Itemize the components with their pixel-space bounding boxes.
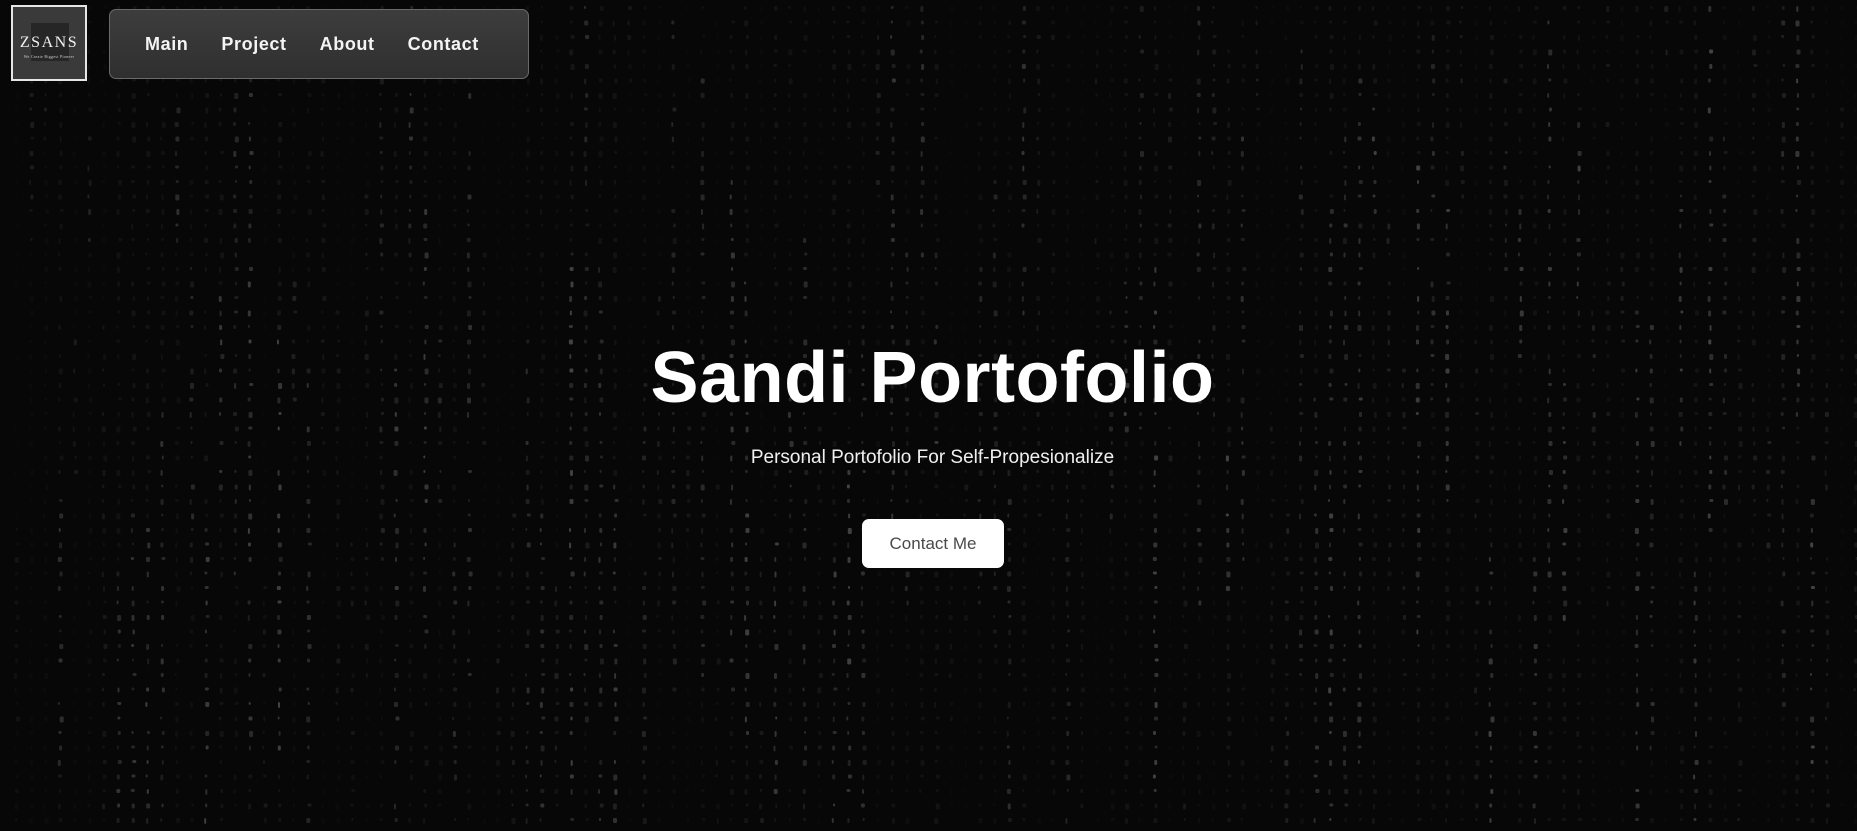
hero-subtitle: Personal Portofolio For Self-Propesional… bbox=[750, 447, 1115, 468]
contact-me-button[interactable]: Contact Me bbox=[862, 519, 1004, 568]
nav-link-about[interactable]: About bbox=[320, 34, 375, 55]
nav-link-contact[interactable]: Contact bbox=[408, 34, 479, 55]
nav-link-main[interactable]: Main bbox=[145, 34, 188, 55]
hero-title: Sandi Portofolio bbox=[650, 338, 1215, 418]
landing-page: ZSANS We Create Biggest Pioneer Main Pro… bbox=[0, 0, 1857, 831]
brand-logo[interactable]: ZSANS We Create Biggest Pioneer bbox=[11, 5, 87, 81]
main-navigation: Main Project About Contact bbox=[109, 9, 529, 79]
logo-tagline: We Create Biggest Pioneer bbox=[23, 54, 75, 59]
logo-title: ZSANS bbox=[19, 34, 79, 51]
nav-link-project[interactable]: Project bbox=[221, 34, 286, 55]
